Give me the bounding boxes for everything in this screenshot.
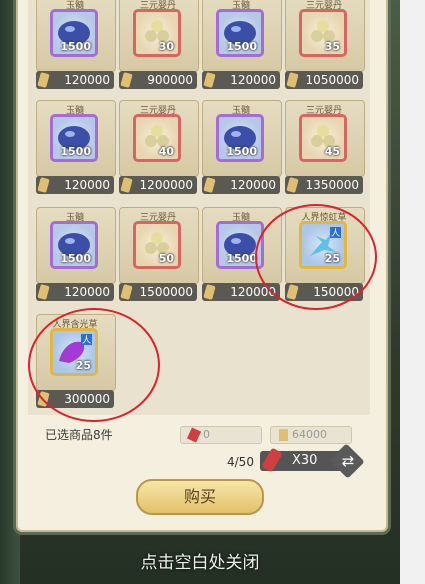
token-icon: [203, 284, 216, 300]
item-quantity: 35: [324, 40, 340, 53]
token-icon: [120, 177, 133, 193]
shop-item[interactable]: 玉髓 1500 120000: [202, 207, 282, 310]
item-price: 120000: [36, 71, 114, 89]
token-icon: [37, 72, 50, 88]
token-icon: [286, 177, 299, 193]
token-icon: [120, 284, 133, 300]
svg-text:人: 人: [82, 335, 91, 346]
herb-icon: 人 25: [50, 328, 98, 376]
item-quantity: 25: [75, 359, 91, 372]
token-icon: [203, 72, 216, 88]
token-cost-box: 64000: [270, 426, 352, 444]
svg-text:人: 人: [331, 228, 340, 239]
token-icon: [203, 177, 216, 193]
close-hint[interactable]: 点击空白处关闭: [0, 548, 400, 573]
item-quantity: 1500: [60, 145, 91, 158]
item-quantity: 1500: [60, 252, 91, 265]
item-quantity: 30: [158, 40, 174, 53]
shop-item[interactable]: 三元婴丹 40 1200000: [119, 100, 199, 203]
refresh-counter: 4/50: [227, 455, 254, 469]
shop-item[interactable]: 三元婴丹 50 1500000: [119, 207, 199, 310]
item-price: 1500000: [119, 283, 197, 301]
item-quantity: 1500: [226, 252, 257, 265]
red-jade-icon: [186, 427, 202, 443]
item-price: 300000: [36, 390, 114, 408]
item-price: 120000: [36, 283, 114, 301]
pills-icon: 45: [299, 114, 347, 162]
selected-count-label: 已选商品8件: [45, 428, 113, 442]
herb-icon: 人 25: [299, 221, 347, 269]
jade-orb-icon: 1500: [216, 114, 264, 162]
background-margin: [400, 0, 425, 584]
shop-item[interactable]: 玉髓 1500 120000: [202, 100, 282, 203]
refresh-icon: ⇄: [341, 452, 355, 470]
pills-icon: 40: [133, 114, 181, 162]
item-price: 1200000: [119, 176, 197, 194]
shop-item[interactable]: 玉髓 1500 120000: [36, 100, 116, 203]
item-quantity: 25: [324, 252, 340, 265]
item-price: 150000: [285, 283, 363, 301]
pills-icon: 30: [133, 9, 181, 57]
token-icon: [279, 429, 288, 441]
jade-cost-box: 0: [180, 426, 262, 444]
jade-orb-icon: 1500: [216, 221, 264, 269]
shop-item[interactable]: 玉髓 1500 120000: [36, 0, 116, 98]
jade-orb-icon: 1500: [216, 9, 264, 57]
token-icon: [37, 284, 50, 300]
shop-item[interactable]: 玉髓 1500 120000: [36, 207, 116, 310]
shop-item[interactable]: 三元婴丹 35 1050000: [285, 0, 365, 98]
pills-icon: 50: [133, 221, 181, 269]
jade-orb-icon: 1500: [50, 9, 98, 57]
item-price: 120000: [202, 71, 280, 89]
jade-orb-icon: 1500: [50, 114, 98, 162]
item-price: 120000: [202, 283, 280, 301]
shop-item[interactable]: 三元婴丹 30 900000: [119, 0, 199, 98]
jade-orb-icon: 1500: [50, 221, 98, 269]
shop-item[interactable]: 三元婴丹 45 1350000: [285, 100, 365, 203]
token-icon: [286, 284, 299, 300]
item-price: 900000: [119, 71, 197, 89]
pills-icon: 35: [299, 9, 347, 57]
token-icon: [37, 177, 50, 193]
shop-item[interactable]: 人界惊虹草 人 25 150000: [285, 207, 365, 310]
token-icon: [37, 391, 50, 407]
shop-item[interactable]: 人界含光草 人 25 300000: [36, 314, 116, 417]
token-icon: [120, 72, 133, 88]
item-quantity: 40: [158, 145, 174, 158]
item-quantity: 50: [158, 252, 174, 265]
red-jade-icon: [261, 447, 283, 473]
item-price: 120000: [202, 176, 280, 194]
item-price: 1050000: [285, 71, 363, 89]
item-price: 120000: [36, 176, 114, 194]
item-quantity: 1500: [60, 40, 91, 53]
token-icon: [286, 72, 299, 88]
item-quantity: 1500: [226, 145, 257, 158]
shop-item[interactable]: 玉髓 1500 120000: [202, 0, 282, 98]
item-quantity: 45: [324, 145, 340, 158]
item-price: 1350000: [285, 176, 363, 194]
item-quantity: 1500: [226, 40, 257, 53]
buy-button[interactable]: 购买: [136, 479, 264, 515]
